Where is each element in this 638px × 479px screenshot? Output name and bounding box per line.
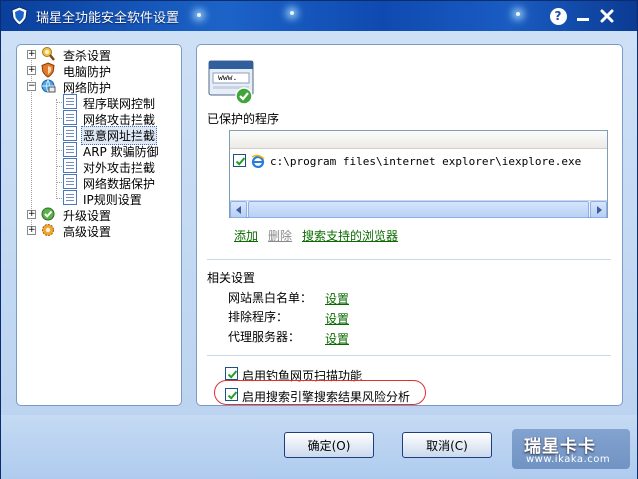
main-settings-panel: www. 已保护的程序 c:\program files\internet ex… <box>196 44 623 406</box>
document-icon <box>63 142 77 157</box>
add-program-link[interactable]: 添加 <box>234 227 258 244</box>
sparkle-decoration <box>197 13 201 17</box>
ikaka-watermark: 瑞星卡卡 www.ikaka.com <box>512 429 630 469</box>
protected-programs-heading: 已保护的程序 <box>207 112 280 126</box>
protected-programs-list[interactable]: c:\program files\internet explorer\iexpl… <box>229 130 608 218</box>
proxy-server-label: 代理服务器： <box>228 330 301 344</box>
collapse-toggle[interactable]: − <box>27 82 36 91</box>
scroll-left-button[interactable] <box>230 201 247 218</box>
tree-item-network-protection[interactable]: − 网络防护 <box>17 78 177 95</box>
sparkle-decoration <box>516 12 520 16</box>
ok-button[interactable]: 确定(O) <box>284 432 374 458</box>
list-item[interactable]: c:\program files\internet explorer\iexpl… <box>230 153 607 171</box>
arrow-right-icon <box>596 205 602 214</box>
expand-toggle[interactable]: + <box>27 210 36 219</box>
document-icon <box>63 158 77 173</box>
phishing-scan-checkbox[interactable] <box>225 367 238 380</box>
list-column-header <box>230 131 607 149</box>
rising-logo-icon <box>10 6 29 26</box>
divider <box>207 259 611 260</box>
arrow-left-icon <box>235 205 241 214</box>
tree-item-arp-defense[interactable]: ARP 欺骗防御 <box>17 142 177 159</box>
document-icon <box>63 94 77 109</box>
highlight-annotation <box>214 380 426 405</box>
gear-icon <box>40 222 56 238</box>
ok-button-label: 确定(O) <box>307 438 351 453</box>
site-list-label: 网站黑白名单： <box>228 291 313 305</box>
related-settings-heading: 相关设置 <box>207 271 256 285</box>
sparkle-decoration <box>290 11 294 15</box>
tree-item-computer-protection[interactable]: + 电脑防护 <box>17 62 177 79</box>
globe-check-icon <box>40 206 56 222</box>
cancel-button[interactable]: 取消(C) <box>402 432 492 458</box>
document-icon <box>63 110 77 125</box>
delete-program-link[interactable]: 删除 <box>268 227 292 244</box>
horizontal-scrollbar[interactable] <box>230 200 607 218</box>
site-list-settings-link[interactable]: 设置 <box>325 290 349 307</box>
title-bar[interactable]: 瑞星全功能安全软件设置 ? <box>1 1 637 31</box>
tree-item-scan-settings[interactable]: + 查杀设置 <box>17 46 177 63</box>
program-path: c:\program files\internet explorer\iexpl… <box>270 155 582 168</box>
tree-item-malicious-url-block[interactable]: 恶意网址拦截 <box>17 126 177 145</box>
tree-item-program-network-control[interactable]: 程序联网控制 <box>17 94 177 111</box>
tree-item-label: 高级设置 <box>63 225 112 239</box>
exclude-programs-label: 排除程序： <box>228 310 289 324</box>
tree-item-network-attack-block[interactable]: 网络攻击拦截 <box>17 110 177 127</box>
tree-item-ip-rules[interactable]: IP规则设置 <box>17 190 177 207</box>
window-title: 瑞星全功能安全软件设置 <box>36 11 180 26</box>
divider <box>207 355 611 356</box>
help-icon: ? <box>549 7 567 25</box>
document-icon <box>63 174 77 189</box>
tree-item-outbound-attack-block[interactable]: 对外攻击拦截 <box>17 158 177 175</box>
search-browsers-link[interactable]: 搜索支持的浏览器 <box>302 227 398 244</box>
minimize-icon <box>577 18 589 21</box>
tree-item-network-data-protection[interactable]: 网络数据保护 <box>17 174 177 191</box>
internet-explorer-icon <box>250 153 266 169</box>
expand-toggle[interactable]: + <box>27 66 36 75</box>
settings-window: 瑞星全功能安全软件设置 ? + 查杀设置 + 电脑防护 − 网络防护 程序联网控… <box>0 0 638 479</box>
proxy-server-settings-link[interactable]: 设置 <box>325 330 349 347</box>
help-button[interactable]: ? <box>548 6 568 26</box>
settings-tree: + 查杀设置 + 电脑防护 − 网络防护 程序联网控制 网络攻击拦截 恶意网址拦… <box>16 44 182 406</box>
watermark-url: www.ikaka.com <box>526 454 611 465</box>
network-globe-icon <box>40 78 56 94</box>
expand-toggle[interactable]: + <box>27 50 36 59</box>
banner-www-text: www. <box>218 73 238 82</box>
shield-icon <box>40 62 56 78</box>
document-icon <box>63 126 77 141</box>
document-icon <box>63 190 77 205</box>
expand-toggle[interactable]: + <box>27 226 36 235</box>
tree-item-update-settings[interactable]: + 升级设置 <box>17 206 177 223</box>
exclude-programs-settings-link[interactable]: 设置 <box>325 310 349 327</box>
magnifier-shield-icon <box>40 46 56 62</box>
close-icon <box>600 9 614 23</box>
close-button[interactable] <box>597 6 617 26</box>
web-protection-banner-icon: www. <box>208 60 254 106</box>
program-enable-checkbox[interactable] <box>233 154 246 167</box>
cancel-button-label: 取消(C) <box>426 438 468 453</box>
scroll-right-button[interactable] <box>590 201 607 218</box>
minimize-button[interactable] <box>573 6 593 26</box>
scroll-thumb[interactable] <box>248 201 589 218</box>
tree-item-advanced-settings[interactable]: + 高级设置 <box>17 222 177 239</box>
